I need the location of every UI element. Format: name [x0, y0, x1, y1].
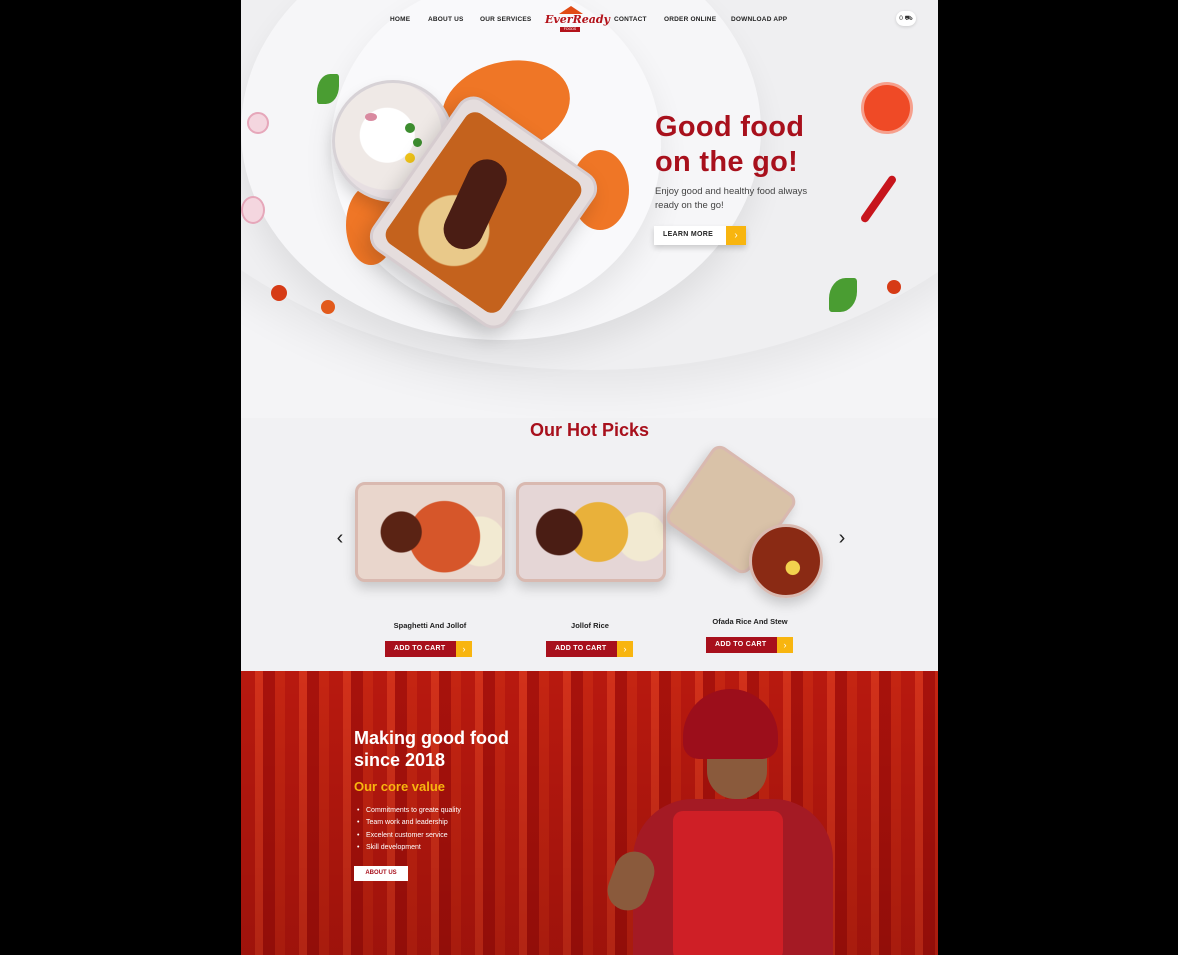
- logo-wordmark: EverReady: [545, 13, 610, 26]
- add-to-cart-label: ADD TO CART: [715, 641, 767, 648]
- core-values-list: Commitments to greate quality Team work …: [357, 805, 461, 855]
- list-item: Skill development: [357, 842, 461, 855]
- add-to-cart-button[interactable]: ADD TO CART ›: [385, 641, 472, 657]
- about-title: Making good food since 2018: [354, 727, 509, 771]
- hero-subtitle: Enjoy good and healthy food always ready…: [655, 186, 808, 211]
- list-item: Excelent customer service: [357, 830, 461, 843]
- product-name: Ofada Rice And Stew: [712, 617, 788, 626]
- nav-about-us[interactable]: ABOUT US: [428, 16, 464, 23]
- nav-contact[interactable]: CONTACT: [614, 16, 647, 23]
- hero-headline-line-1: Good food: [655, 111, 805, 143]
- cart-icon: ⛟: [904, 15, 913, 22]
- tomato-icon: [887, 280, 901, 294]
- brand-logo[interactable]: EverReady FOODS: [545, 6, 610, 36]
- core-value-title: Our core value: [354, 779, 446, 794]
- carousel-next-button[interactable]: ›: [835, 528, 849, 548]
- chevron-right-icon: ›: [456, 641, 472, 657]
- logo-foods-tag: FOODS: [560, 27, 580, 32]
- product-name: Spaghetti And Jollof: [393, 621, 467, 630]
- learn-more-button[interactable]: LEARN MORE ›: [654, 226, 746, 245]
- cart-count: 0: [899, 15, 903, 22]
- add-to-cart-label: ADD TO CART: [555, 645, 607, 652]
- chevron-left-icon: ‹: [336, 527, 344, 549]
- carousel-prev-button[interactable]: ‹: [333, 528, 347, 548]
- product-image-spaghetti-jollof[interactable]: [355, 482, 505, 582]
- nav-order-online[interactable]: ORDER ONLINE: [664, 16, 716, 23]
- learn-more-label: LEARN MORE: [663, 231, 714, 238]
- tomato-icon: [321, 300, 335, 314]
- product-image-jollof-rice[interactable]: [516, 482, 666, 582]
- main-nav: HOME ABOUT US OUR SERVICES EverReady FOO…: [241, 6, 938, 36]
- nav-download-app[interactable]: DOWNLOAD APP: [731, 16, 787, 23]
- page: HOME ABOUT US OUR SERVICES EverReady FOO…: [241, 0, 938, 955]
- nav-our-services[interactable]: OUR SERVICES: [480, 16, 531, 23]
- onion-icon: [241, 196, 265, 224]
- hero-section: HOME ABOUT US OUR SERVICES EverReady FOO…: [241, 0, 938, 418]
- add-to-cart-label: ADD TO CART: [394, 645, 446, 652]
- tomato-slice-icon: [861, 82, 913, 134]
- product-name: Jollof Rice: [571, 621, 609, 630]
- add-to-cart-button[interactable]: ADD TO CART ›: [706, 637, 793, 653]
- cart-button[interactable]: 0 ⛟: [896, 11, 916, 26]
- chevron-right-icon: ›: [777, 637, 793, 653]
- hero-headline-line-2: on the go!: [655, 146, 799, 178]
- list-item: Team work and leadership: [357, 817, 461, 830]
- chevron-right-icon: ›: [726, 226, 746, 245]
- about-us-button[interactable]: ABOUT US: [354, 866, 408, 881]
- add-to-cart-button[interactable]: ADD TO CART ›: [546, 641, 633, 657]
- list-item: Commitments to greate quality: [357, 805, 461, 818]
- nav-home[interactable]: HOME: [390, 16, 410, 23]
- chevron-right-icon: ›: [617, 641, 633, 657]
- chevron-right-icon: ›: [838, 527, 846, 549]
- chef-image: [601, 671, 938, 955]
- hot-picks-title: Our Hot Picks: [529, 420, 650, 440]
- tomato-icon: [271, 285, 287, 301]
- about-section: Making good food since 2018 Our core val…: [241, 671, 938, 955]
- product-image-stew-bowl: [749, 524, 823, 598]
- hero-headline: Good food on the go!: [655, 110, 804, 180]
- about-title-line-1: Making good food: [354, 728, 509, 748]
- onion-icon: [247, 112, 269, 134]
- about-title-line-2: since 2018: [354, 750, 446, 770]
